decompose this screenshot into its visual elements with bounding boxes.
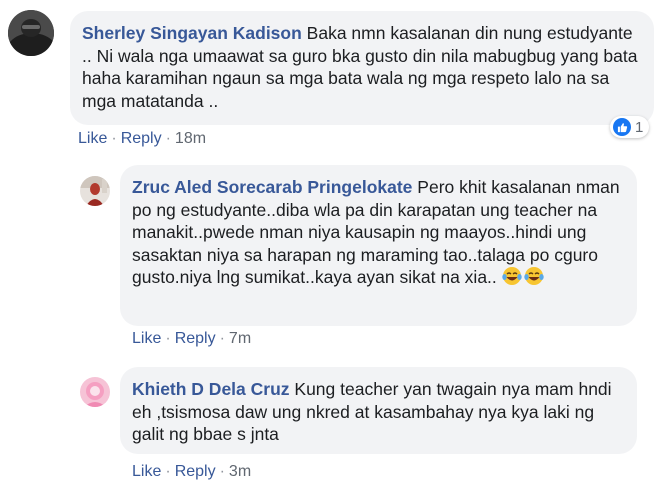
reaction-count-badge[interactable]: 1 <box>610 116 650 138</box>
like-icon <box>613 118 631 136</box>
comment-author[interactable]: Sherley Singayan Kadison <box>82 23 302 43</box>
separator: · <box>165 330 171 347</box>
comment-timestamp[interactable]: 18m <box>175 130 206 147</box>
separator: · <box>111 130 117 147</box>
comment-bubble: Sherley Singayan Kadison Baka nmn kasala… <box>70 11 654 125</box>
comment-timestamp[interactable]: 3m <box>229 463 251 480</box>
comment-timestamp[interactable]: 7m <box>229 330 251 347</box>
separator: · <box>165 130 171 147</box>
reply-link[interactable]: Reply <box>175 463 216 480</box>
reply-link[interactable]: Reply <box>175 330 216 347</box>
comment-bubble: Khieth D Dela Cruz Kung teacher yan twag… <box>120 367 637 454</box>
like-link[interactable]: Like <box>78 130 107 147</box>
comment-author[interactable]: Khieth D Dela Cruz <box>132 379 290 399</box>
avatar[interactable] <box>80 176 110 206</box>
separator: · <box>219 330 225 347</box>
profile-photo-icon <box>80 176 110 206</box>
like-link[interactable]: Like <box>132 463 161 480</box>
separator: · <box>165 463 171 480</box>
comment-actions: Like · Reply · 7m <box>132 330 251 348</box>
reaction-count: 1 <box>635 118 644 136</box>
laughing-tears-emoji-icon <box>501 266 544 292</box>
like-link[interactable]: Like <box>132 330 161 347</box>
avatar[interactable] <box>8 10 54 56</box>
profile-photo-icon <box>8 10 54 56</box>
reply-link[interactable]: Reply <box>121 130 162 147</box>
comment-author[interactable]: Zruc Aled Sorecarab Pringelokate <box>132 177 412 197</box>
comment-actions: Like · Reply · 18m <box>78 130 206 148</box>
profile-photo-icon <box>80 377 110 407</box>
separator: · <box>219 463 225 480</box>
avatar[interactable] <box>80 377 110 407</box>
comment-actions: Like · Reply · 3m <box>132 463 251 481</box>
comment-bubble: Zruc Aled Sorecarab Pringelokate Pero kh… <box>120 165 637 326</box>
